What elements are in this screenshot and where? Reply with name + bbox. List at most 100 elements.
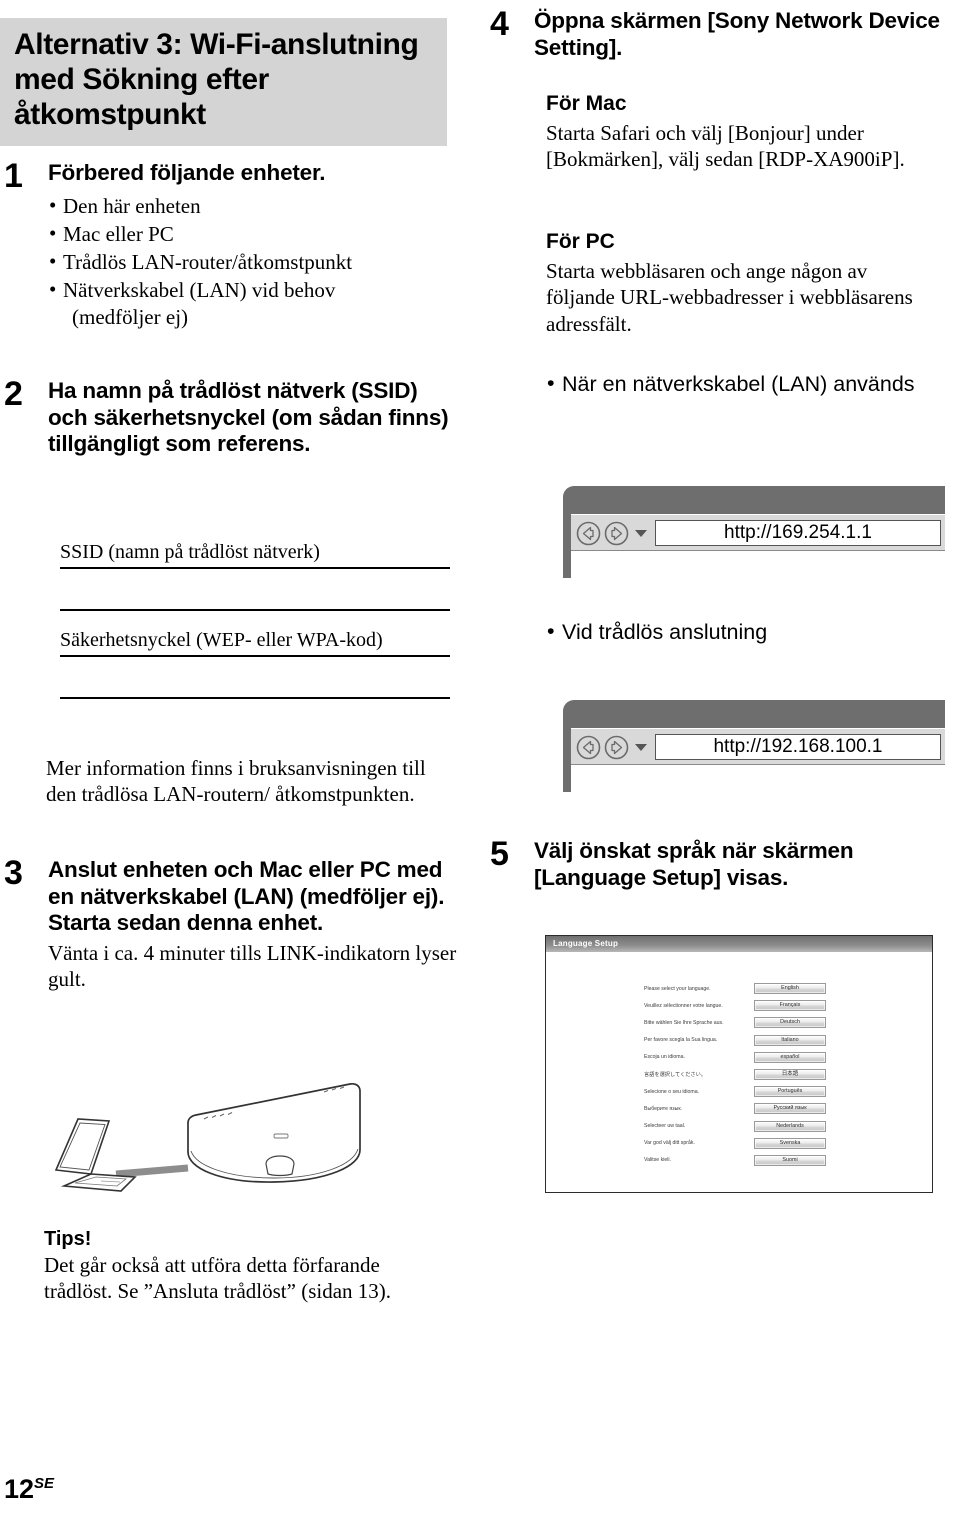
browser-content-area — [571, 764, 945, 793]
list-item: Nätverkskabel (LAN) vid behov(medföljer … — [48, 276, 459, 331]
for-pc-heading: För PC — [546, 230, 615, 253]
step-2-body: Ha namn på trådlöst nätverk (SSID) och s… — [48, 378, 459, 458]
page-number: 12 — [4, 1474, 35, 1504]
language-button[interactable]: Deutsch — [754, 1017, 826, 1029]
list-item-label: Nätverkskabel (LAN) vid behov — [63, 277, 336, 302]
language-row: Veuillez sélectionner votre langue. Franç… — [644, 997, 912, 1014]
page-title: Alternativ 3: Wi-Fi-anslutning med Sökni… — [14, 28, 419, 131]
language-prompt: Bitte wählen Sie Ihre Sprache aus. — [644, 1019, 724, 1026]
language-prompt: Escoja un idioma. — [644, 1054, 685, 1061]
language-button[interactable]: Italiano — [754, 1034, 826, 1046]
tips-text: Det går också att utföra detta förfarand… — [44, 1253, 392, 1304]
laptop-speaker-connection-illustration — [28, 1078, 438, 1213]
address-input-wireless[interactable]: http://192.168.100.1 — [655, 734, 941, 760]
step-1-body: Förbered följande enheter. Den här enhet… — [48, 160, 459, 331]
language-setup-rows: Please select your language. English Veuil… — [644, 980, 912, 1169]
tips-title: Tips! — [44, 1228, 92, 1250]
list-item-label: Den här enheten — [63, 193, 201, 218]
step-2-title: Ha namn på trådlöst nätverk (SSID) och s… — [48, 378, 449, 457]
language-row: Var god välj ditt språk. Svenska — [644, 1135, 912, 1152]
list-item-label: Mac eller PC — [63, 221, 174, 246]
language-setup-dialog: Language Setup Please select your langua… — [545, 935, 933, 1193]
browser-address-bar-wireless: http://192.168.100.1 — [545, 700, 945, 793]
list-item-label: Trådlös LAN-router/åtkomstpunkt — [63, 249, 353, 274]
tips-block: Tips! Det går också att utföra detta för… — [44, 1228, 444, 1305]
step-1-number: 1 — [4, 157, 23, 195]
security-key-write-in-field: Säkerhetsnyckel (WEP- eller WPA-kod) — [60, 628, 450, 699]
step-5-number: 5 — [490, 835, 509, 873]
step-3-number: 3 — [4, 854, 23, 892]
language-button[interactable]: Suomi — [754, 1154, 826, 1166]
language-row: Valitse kieli. Suomi — [644, 1152, 912, 1169]
forward-arrow-icon[interactable] — [604, 735, 629, 760]
chevron-down-icon[interactable] — [635, 744, 647, 751]
language-row: Please select your language. English — [644, 980, 912, 997]
step-2-number: 2 — [4, 375, 23, 413]
page-locale-suffix: SE — [34, 1475, 55, 1492]
step-4-title: Öppna skärmen [Sony Network Device Setti… — [534, 8, 940, 60]
browser-content-area — [571, 550, 945, 579]
lan-connection-bullet: När en nätverkskabel (LAN) används — [546, 371, 952, 398]
browser-toolbar: http://192.168.100.1 — [571, 728, 945, 765]
language-button[interactable]: 日本語 — [754, 1069, 826, 1081]
language-prompt: 言語を選択してください。 — [644, 1071, 706, 1078]
list-item-continuation: (medföljer ej) — [72, 304, 189, 329]
address-input-lan[interactable]: http://169.254.1.1 — [655, 520, 941, 546]
language-prompt: Per favore scegla la Sua lingua. — [644, 1037, 718, 1044]
step-3-title: Anslut enheten och Mac eller PC med en n… — [48, 857, 445, 936]
ssid-write-in-field: SSID (namn på trådlöst nätverk) — [60, 540, 450, 611]
language-prompt: Veuillez sélectionner votre langue. — [644, 1002, 723, 1009]
step-3-note: Vänta i ca. 4 minuter tills LINK-indikat… — [48, 940, 457, 992]
step-1-title: Förbered följande enheter. — [48, 160, 326, 185]
manual-page: Alternativ 3: Wi-Fi-anslutning med Sökni… — [0, 0, 960, 1513]
left-column: Alternativ 3: Wi-Fi-anslutning med Sökni… — [0, 0, 470, 1513]
back-arrow-icon[interactable] — [576, 521, 601, 546]
browser-address-bar-lan: http://169.254.1.1 — [545, 486, 945, 579]
language-button[interactable]: Nederlands — [754, 1120, 826, 1132]
language-prompt: Selecione o seu idioma. — [644, 1088, 700, 1095]
language-button[interactable]: English — [754, 983, 826, 995]
language-row: Escoja un idioma. español — [644, 1049, 912, 1066]
right-column: 4 Öppna skärmen [Sony Network Device Set… — [490, 0, 960, 1513]
list-item: Den här enheten — [48, 192, 459, 220]
write-in-spacer — [60, 569, 450, 609]
language-prompt: Var god välj ditt språk. — [644, 1140, 695, 1147]
step-1-device-list: Den här enheten Mac eller PC Trådlös LAN… — [48, 192, 459, 331]
language-prompt: Выберите язык. — [644, 1105, 683, 1112]
ssid-field-label: SSID (namn på trådlöst nätverk) — [60, 541, 320, 563]
language-button[interactable]: español — [754, 1051, 826, 1063]
language-button[interactable]: Français — [754, 1000, 826, 1012]
language-row: Bitte wählen Sie Ihre Sprache aus. Deutsc… — [644, 1014, 912, 1031]
language-row: Selecteer uw taal. Nederlands — [644, 1118, 912, 1135]
step-4-number: 4 — [490, 5, 509, 43]
write-in-spacer — [60, 657, 450, 697]
write-in-line[interactable] — [60, 609, 450, 611]
forward-arrow-icon[interactable] — [604, 521, 629, 546]
language-button[interactable]: Svenska — [754, 1137, 826, 1149]
language-prompt: Valitse kieli. — [644, 1157, 672, 1164]
list-item: Trådlös LAN-router/åtkomstpunkt — [48, 248, 459, 276]
language-setup-titlebar: Language Setup — [546, 936, 932, 952]
language-button[interactable]: Português — [754, 1086, 826, 1098]
language-button[interactable]: Русский язык — [754, 1103, 826, 1115]
language-row: Selecione o seu idioma. Português — [644, 1083, 912, 1100]
wireless-connection-bullet: Vid trådlös anslutning — [546, 619, 952, 646]
chevron-down-icon[interactable] — [635, 530, 647, 537]
language-row: 言語を選択してください。 日本語 — [644, 1066, 912, 1083]
step-3-body: Anslut enheten och Mac eller PC med en n… — [48, 857, 459, 993]
language-prompt: Selecteer uw taal. — [644, 1123, 686, 1130]
step-4-body: Öppna skärmen [Sony Network Device Setti… — [534, 8, 960, 61]
step-5-body: Välj önskat språk när skärmen [Language … — [534, 838, 960, 891]
for-mac-text: Starta Safari och välj [Bonjour] under [… — [546, 121, 905, 172]
for-pc-text: Starta webbläsaren och ange någon av föl… — [546, 259, 913, 336]
language-row: Per favore scegla la Sua lingua. Italiano — [644, 1032, 912, 1049]
back-arrow-icon[interactable] — [576, 735, 601, 760]
step-2: 2 Ha namn på trådlöst nätverk (SSID) och… — [4, 375, 459, 458]
security-key-field-label: Säkerhetsnyckel (WEP- eller WPA-kod) — [60, 629, 383, 651]
page-footer: 12SE — [4, 1476, 54, 1503]
write-in-line[interactable] — [60, 697, 450, 699]
section-heading-band: Alternativ 3: Wi-Fi-anslutning med Sökni… — [0, 18, 447, 147]
for-mac-heading: För Mac — [546, 92, 627, 115]
step-5: 5 Välj önskat språk när skärmen [Languag… — [490, 835, 960, 891]
language-prompt: Please select your language. — [644, 985, 711, 992]
